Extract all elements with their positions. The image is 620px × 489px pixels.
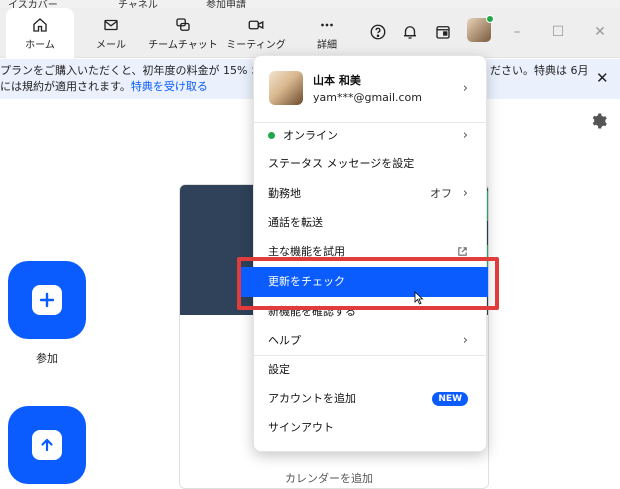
- menu-item-call-forward[interactable]: 通話を転送: [254, 209, 486, 237]
- minimize-button[interactable]: –: [507, 22, 527, 42]
- more-icon: [321, 23, 333, 26]
- maximize-button[interactable]: ☐: [548, 22, 568, 42]
- banner-close-button[interactable]: ✕: [596, 70, 609, 86]
- banner-text-right: ださい。特典は 6月: [490, 64, 589, 77]
- notifications-button[interactable]: [398, 20, 422, 44]
- external-link-icon: [458, 247, 467, 256]
- tab-mail[interactable]: メール: [80, 8, 142, 58]
- menu-item-help[interactable]: ヘルプ ›: [254, 327, 486, 355]
- settings-gear-icon[interactable]: [590, 112, 608, 130]
- chevron-right-icon: ›: [462, 81, 468, 96]
- tab-home[interactable]: ホーム: [6, 8, 74, 58]
- chat-icon: [176, 17, 190, 31]
- tab-label: チームチャット: [148, 39, 218, 51]
- share-screen-button[interactable]: [8, 406, 86, 484]
- video-icon: [248, 20, 264, 29]
- profile-menu: 山本 和美 yam***@gmail.com › オンライン › ステータス メ…: [241, 55, 488, 452]
- help-button[interactable]: [366, 20, 390, 44]
- arrow-up-icon: [32, 430, 62, 460]
- tab-meetings[interactable]: ミーティング: [224, 8, 288, 58]
- menu-item-sign-out[interactable]: サインアウト: [254, 414, 486, 442]
- tab-label: メール: [96, 39, 126, 51]
- profile-email: yam***@gmail.com: [313, 91, 423, 104]
- menu-item-settings[interactable]: 設定: [254, 356, 486, 384]
- mouse-cursor-icon: [414, 291, 424, 305]
- close-window-button[interactable]: ✕: [590, 22, 610, 42]
- add-calendar-link[interactable]: カレンダーを追加: [285, 470, 373, 486]
- highlight-annotation-box: [237, 257, 499, 310]
- menu-item-work-location[interactable]: 勤務地 オフ ›: [254, 180, 486, 208]
- menu-item-status[interactable]: オンライン ›: [254, 122, 486, 150]
- menu-item-label: ヘルプ: [268, 334, 301, 347]
- menu-item-label: アカウントを追加: [268, 392, 356, 405]
- mail-icon: [104, 19, 118, 30]
- profile-header[interactable]: 山本 和美 yam***@gmail.com ›: [254, 56, 486, 122]
- work-location-value: オフ: [430, 187, 452, 200]
- online-status-icon: [268, 131, 275, 139]
- menu-item-label: 勤務地: [268, 187, 301, 200]
- plus-icon: [32, 285, 62, 315]
- menu-item-label: オンライン: [283, 129, 338, 142]
- menu-item-status-message[interactable]: ステータス メッセージを設定: [254, 150, 486, 178]
- home-icon: [33, 17, 47, 32]
- online-status-dot: [486, 15, 494, 23]
- chevron-right-icon: ›: [462, 186, 468, 201]
- tab-team-chat[interactable]: チームチャット: [148, 8, 218, 58]
- new-badge: NEW: [432, 392, 468, 406]
- calendar-button[interactable]: [431, 20, 455, 44]
- join-button[interactable]: [8, 261, 86, 339]
- tab-more[interactable]: 詳細: [298, 8, 356, 58]
- tab-label: 詳細: [317, 39, 337, 51]
- bell-icon: [404, 26, 416, 39]
- calendar-icon: [436, 26, 450, 39]
- tab-label: ミーティング: [226, 39, 286, 51]
- banner-text-line1: プランをご購入いただくと、初年度の料金が 15% オフに: [0, 64, 285, 77]
- profile-avatar-button[interactable]: [467, 15, 494, 42]
- claim-offer-link[interactable]: 特典を受け取る: [131, 80, 208, 93]
- chevron-right-icon: ›: [462, 333, 468, 348]
- menu-item-add-account[interactable]: アカウントを追加 NEW: [254, 385, 486, 413]
- top-nav-bar: ホーム メール チームチャット ミーティング 詳細 – ☐ ✕: [0, 8, 620, 58]
- banner-text-line2: には規約が適用されます。: [0, 80, 131, 93]
- profile-name: 山本 和美: [313, 74, 361, 87]
- profile-picture: [269, 71, 303, 105]
- join-label: 参加: [36, 352, 58, 365]
- chevron-right-icon: ›: [462, 128, 468, 143]
- help-icon: [370, 24, 386, 40]
- tab-label: ホーム: [25, 39, 55, 51]
- top-strip: イスカバー チャネル 参加申請: [0, 0, 620, 11]
